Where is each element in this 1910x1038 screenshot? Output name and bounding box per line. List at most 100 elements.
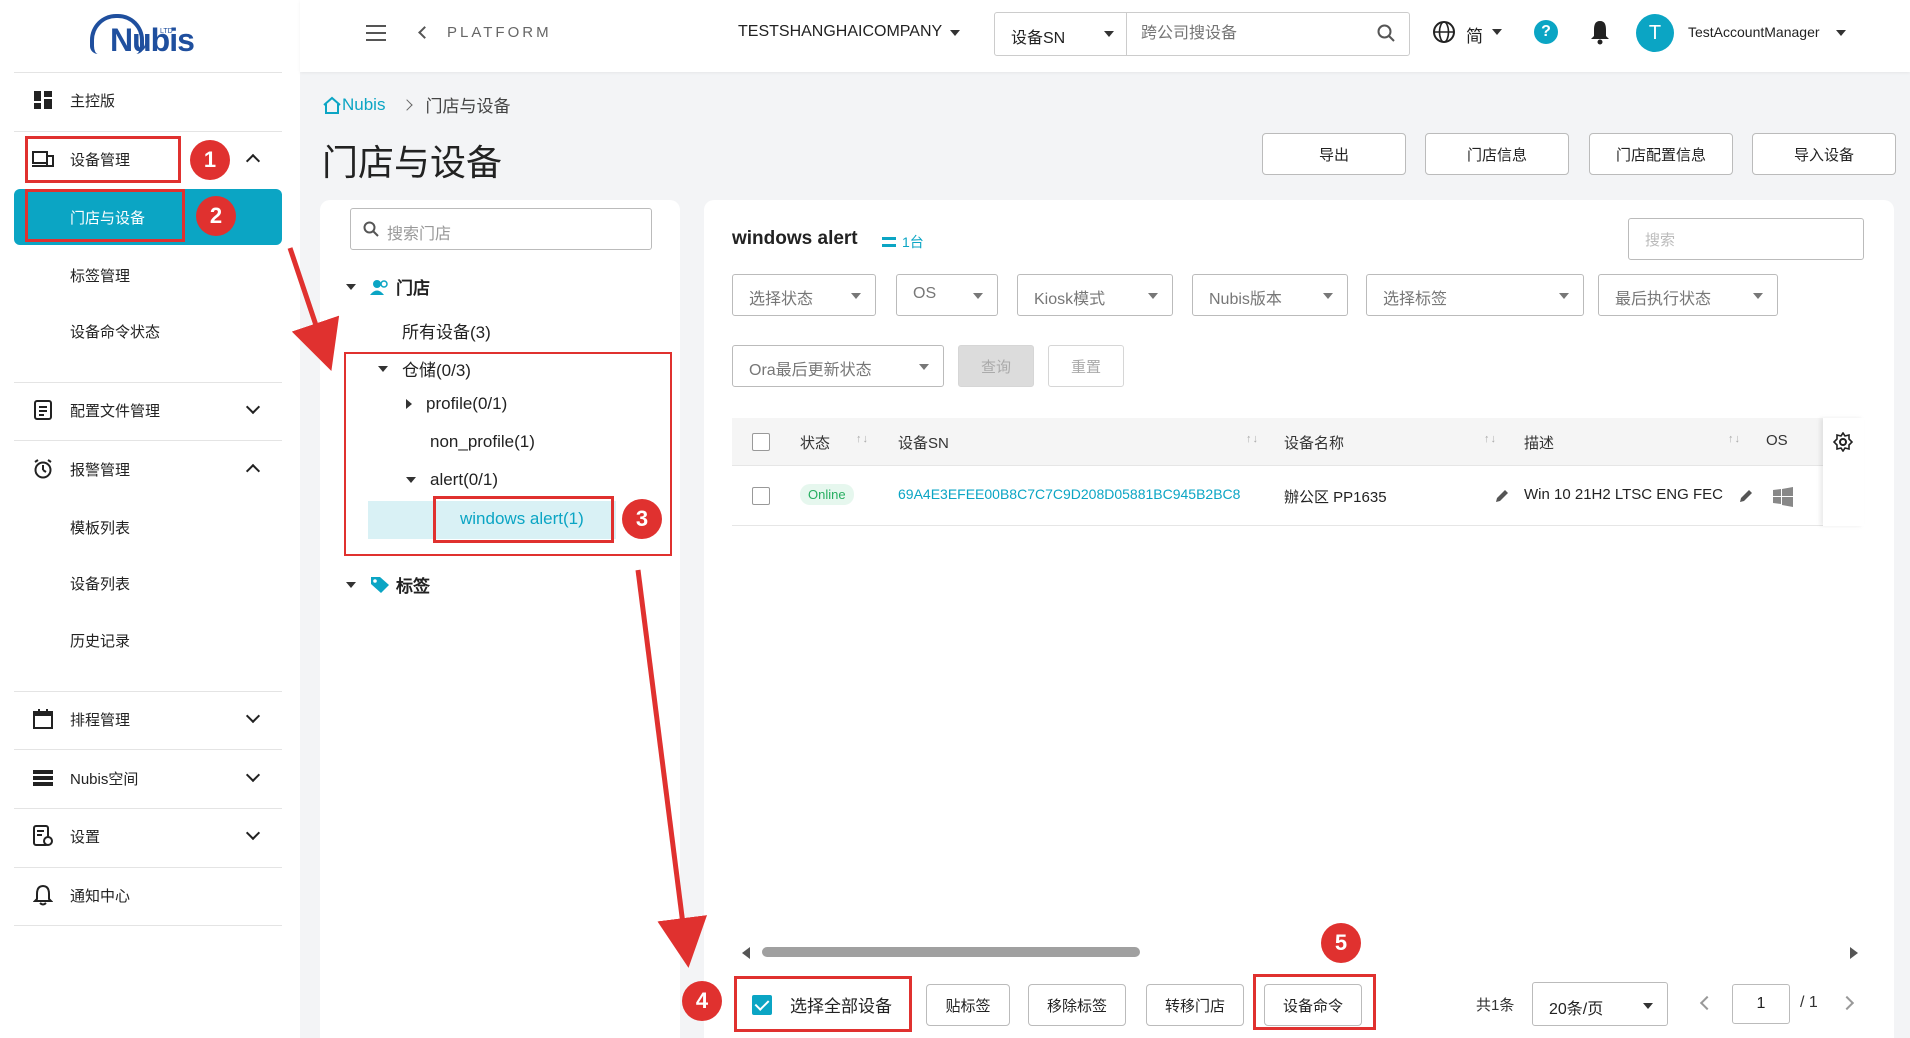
- filter-ora-update-status[interactable]: Ora最后更新状态: [732, 345, 944, 387]
- edit-icon[interactable]: [1494, 488, 1510, 504]
- row-checkbox[interactable]: [752, 487, 770, 505]
- sidebar-item-dashboard[interactable]: 主控版: [14, 76, 282, 124]
- scroll-right-icon[interactable]: [1850, 947, 1858, 959]
- filter-kiosk[interactable]: Kiosk模式: [1017, 274, 1173, 316]
- prev-page-icon[interactable]: [1699, 995, 1715, 1011]
- platform-label[interactable]: PLATFORM: [447, 24, 552, 41]
- caret-down-icon: [1104, 31, 1114, 37]
- sidebar-item-history[interactable]: 历史记录: [14, 612, 282, 668]
- transfer-store-button[interactable]: 转移门店: [1146, 984, 1244, 1026]
- checkbox-checked-icon[interactable]: [752, 994, 772, 1015]
- filter-tags[interactable]: 选择标签: [1366, 274, 1584, 316]
- store-config-button[interactable]: 门店配置信息: [1589, 133, 1733, 175]
- device-command-button[interactable]: 设备命令: [1264, 984, 1362, 1026]
- language-selector[interactable]: 简: [1466, 22, 1483, 47]
- filter-status[interactable]: 选择状态: [732, 274, 876, 316]
- header-checkbox[interactable]: [752, 433, 770, 451]
- sidebar-item-label: Nubis空间: [70, 770, 139, 788]
- page-title: 门店与设备: [322, 142, 503, 183]
- tree-node-warehouse[interactable]: 仓储(0/3): [378, 356, 471, 381]
- remove-tag-button[interactable]: 移除标签: [1028, 984, 1126, 1026]
- add-tag-button[interactable]: 贴标签: [926, 984, 1010, 1026]
- chevron-up-icon: [245, 463, 261, 479]
- file-config-icon: [32, 399, 54, 421]
- caret-down-icon[interactable]: [1492, 29, 1502, 35]
- sidebar-item-stores-devices[interactable]: 门店与设备: [14, 189, 282, 245]
- chevron-up-icon: [245, 153, 261, 169]
- bell-icon[interactable]: [1588, 19, 1612, 45]
- reset-button[interactable]: 重置: [1048, 345, 1124, 387]
- scrollbar-thumb[interactable]: [762, 947, 1140, 957]
- filter-last-exec-status[interactable]: 最后执行状态: [1598, 274, 1778, 316]
- store-search-input[interactable]: 搜索门店: [350, 208, 652, 250]
- devices-icon: [32, 148, 54, 170]
- sort-icon[interactable]: ↑↓: [1728, 433, 1741, 445]
- filter-nubis-version[interactable]: Nubis版本: [1192, 274, 1348, 316]
- scroll-left-icon[interactable]: [742, 947, 750, 959]
- sidebar-item-notification-center[interactable]: 通知中心: [14, 871, 282, 919]
- sidebar-item-schedule[interactable]: 排程管理: [14, 695, 282, 743]
- sort-icon[interactable]: ↑↓: [1246, 433, 1259, 445]
- export-button[interactable]: 导出: [1262, 133, 1406, 175]
- tree-node-tags[interactable]: 标签: [346, 572, 430, 597]
- edit-icon[interactable]: [1738, 488, 1754, 504]
- sidebar-item-nubis-space[interactable]: Nubis空间: [14, 754, 282, 802]
- help-icon[interactable]: ?: [1534, 20, 1558, 44]
- sidebar-item-command-status[interactable]: 设备命令状态: [14, 303, 282, 359]
- column-description[interactable]: 描述: [1524, 432, 1554, 453]
- breadcrumb-home[interactable]: Nubis: [322, 95, 385, 115]
- gear-icon[interactable]: [1833, 432, 1853, 452]
- device-search-input[interactable]: 搜索: [1628, 218, 1864, 260]
- sidebar-item-device-management[interactable]: 设备管理: [14, 135, 282, 183]
- tag-icon: [371, 576, 389, 593]
- search-type-select[interactable]: 设备SN: [995, 13, 1127, 55]
- page-number-input[interactable]: 1: [1732, 984, 1790, 1024]
- next-page-icon[interactable]: [1839, 995, 1855, 1011]
- sort-icon[interactable]: ↑↓: [1484, 433, 1497, 445]
- caret-down-icon[interactable]: [950, 30, 960, 36]
- sidebar-item-settings[interactable]: 设置: [14, 812, 282, 860]
- page-size-select[interactable]: 20条/页: [1532, 982, 1668, 1026]
- user-name[interactable]: TestAccountManager: [1688, 24, 1820, 40]
- company-selector[interactable]: TESTSHANGHAICOMPANY: [738, 23, 942, 41]
- tree-node-label: 仓储(0/3): [402, 361, 471, 380]
- column-status[interactable]: 状态: [800, 432, 830, 453]
- column-os[interactable]: OS: [1766, 432, 1788, 449]
- search-icon[interactable]: [1377, 24, 1395, 42]
- tree-node-profile[interactable]: profile(0/1): [406, 394, 507, 414]
- caret-down-icon[interactable]: [1836, 30, 1846, 36]
- column-sn[interactable]: 设备SN: [898, 432, 949, 453]
- device-description: Win 10 21H2 LTSC ENG FEC: [1524, 486, 1723, 503]
- sidebar-item-device-list[interactable]: 设备列表: [14, 555, 282, 611]
- device-sn-link[interactable]: 69A4E3EFEE00B8C7C7C9D208D05881BC945B2BC8: [898, 486, 1240, 502]
- step-badge-3: 3: [622, 499, 662, 539]
- sidebar-item-config-files[interactable]: 配置文件管理: [14, 386, 282, 434]
- sidebar-item-alarm-management[interactable]: 报警管理: [14, 445, 282, 493]
- brand-sub: LTD: [160, 28, 173, 35]
- menu-icon[interactable]: [366, 25, 386, 41]
- tree-node-stores[interactable]: 门店: [346, 274, 430, 299]
- globe-icon[interactable]: [1432, 20, 1456, 44]
- sidebar-item-template-list[interactable]: 模板列表: [14, 499, 282, 555]
- sidebar-item-tag-management[interactable]: 标签管理: [14, 247, 282, 303]
- tree-node-windows-alert[interactable]: windows alert(1): [460, 509, 584, 529]
- tree-node-non-profile[interactable]: non_profile(1): [430, 432, 535, 452]
- filter-label: 最后执行状态: [1615, 291, 1712, 308]
- select-all-devices[interactable]: 选择全部设备: [752, 992, 892, 1017]
- table-row[interactable]: Online 69A4E3EFEE00B8C7C7C9D208D05881BC9…: [732, 466, 1864, 526]
- sort-icon[interactable]: ↑↓: [856, 433, 869, 445]
- horizontal-scrollbar[interactable]: [732, 942, 1864, 959]
- filter-os[interactable]: OS: [896, 274, 998, 316]
- tree-node-all-devices[interactable]: 所有设备(3): [402, 318, 491, 343]
- avatar[interactable]: T: [1636, 14, 1674, 52]
- tree-node-label: 门店: [396, 279, 430, 298]
- chevron-left-icon[interactable]: [418, 26, 431, 39]
- brand-logo[interactable]: Nubis: [110, 22, 195, 59]
- import-devices-button[interactable]: 导入设备: [1752, 133, 1896, 175]
- tree-node-alert[interactable]: alert(0/1): [406, 470, 498, 490]
- status-badge: Online: [800, 484, 854, 505]
- query-button[interactable]: 查询: [958, 345, 1034, 387]
- search-input[interactable]: [1127, 13, 1409, 55]
- store-info-button[interactable]: 门店信息: [1425, 133, 1569, 175]
- column-device-name[interactable]: 设备名称: [1284, 432, 1344, 453]
